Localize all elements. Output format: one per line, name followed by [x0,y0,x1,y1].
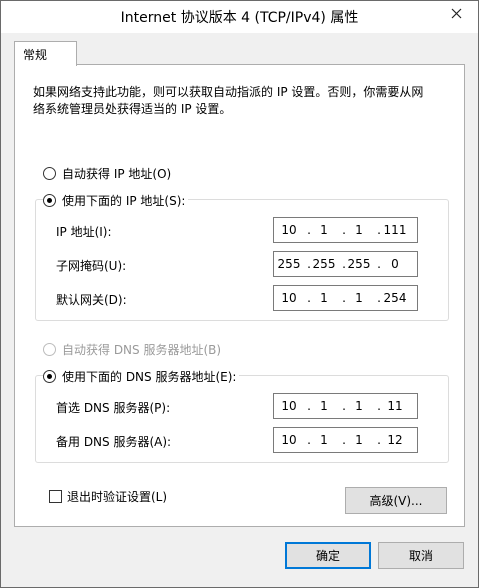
title-bar[interactable]: Internet 协议版本 4 (TCP/IPv4) 属性 [1,1,478,33]
close-icon [451,8,461,18]
alternate-dns-input[interactable]: 10 . 1 . 1 . 12 [273,427,418,453]
preferred-dns-input[interactable]: 10 . 1 . 1 . 11 [273,393,418,419]
auto-ip-radio[interactable]: 自动获得 IP 地址(O) [43,165,171,182]
ip-group: IP 地址(I): 10 . 1 . 1 . 111 子网掩码(U): 255 … [35,199,449,321]
ok-button-label: 确定 [315,549,340,563]
pdns-octet-4: 11 [387,399,403,413]
pdns-octet-3: 1 [355,399,363,413]
alternate-dns-label: 备用 DNS 服务器(A): [56,435,172,449]
close-button[interactable] [441,2,471,24]
auto-ip-label: 自动获得 IP 地址(O) [62,167,172,181]
subnet-octet-2: 255 [312,257,336,271]
ip-octet-4: 111 [383,223,407,237]
validate-label: 退出时验证设置(L) [67,490,168,504]
ip-address-label: IP 地址(I): [56,225,112,239]
gateway-octet-3: 1 [355,291,363,305]
gateway-label: 默认网关(D): [56,293,127,307]
dialog-window: Internet 协议版本 4 (TCP/IPv4) 属性 常规 如果网络支持此… [0,0,479,588]
ip-octet-3: 1 [355,223,363,237]
gateway-input[interactable]: 10 . 1 . 1 . 254 [273,285,418,311]
adns-octet-3: 1 [355,433,363,447]
gateway-octet-4: 254 [383,291,407,305]
subnet-label: 子网掩码(U): [56,259,127,273]
alternate-dns-row: 备用 DNS 服务器(A): 10 . 1 . 1 . 12 [36,427,448,453]
ip-octet-1: 10 [281,223,297,237]
manual-dns-radio[interactable]: 使用下面的 DNS 服务器地址(E): [43,368,240,385]
ip-octet-2: 1 [320,223,328,237]
general-panel: 如果网络支持此功能，则可以获取自动指派的 IP 设置。否则，你需要从网络系统管理… [14,64,465,527]
validate-checkbox-row[interactable]: 退出时验证设置(L) [49,488,167,505]
adns-octet-4: 12 [387,433,403,447]
preferred-dns-label: 首选 DNS 服务器(P): [56,401,171,415]
preferred-dns-row: 首选 DNS 服务器(P): 10 . 1 . 1 . 11 [36,393,448,419]
ip-address-input[interactable]: 10 . 1 . 1 . 111 [273,217,418,243]
window-title: Internet 协议版本 4 (TCP/IPv4) 属性 [120,10,359,26]
adns-octet-1: 10 [281,433,297,447]
auto-dns-radio[interactable]: 自动获得 DNS 服务器地址(B) [43,341,221,358]
manual-dns-radio-button[interactable] [43,370,56,383]
subnet-octet-3: 255 [347,257,371,271]
manual-ip-radio[interactable]: 使用下面的 IP 地址(S): [43,192,189,209]
description-text: 如果网络支持此功能，则可以获取自动指派的 IP 设置。否则，你需要从网络系统管理… [33,85,424,116]
manual-dns-label: 使用下面的 DNS 服务器地址(E): [62,370,237,384]
tab-general[interactable]: 常规 [14,41,77,66]
pdns-octet-2: 1 [320,399,328,413]
tab-general-label: 常规 [23,48,48,62]
ip-address-row: IP 地址(I): 10 . 1 . 1 . 111 [36,217,448,243]
validate-checkbox[interactable] [49,490,62,503]
gateway-row: 默认网关(D): 10 . 1 . 1 . 254 [36,285,448,311]
dns-group: 首选 DNS 服务器(P): 10 . 1 . 1 . 11 备用 DNS 服务… [35,375,449,463]
gateway-octet-1: 10 [281,291,297,305]
auto-dns-label: 自动获得 DNS 服务器地址(B) [62,343,222,357]
cancel-button-label: 取消 [408,549,433,563]
subnet-octet-1: 255 [277,257,301,271]
gateway-octet-2: 1 [320,291,328,305]
cancel-button[interactable]: 取消 [378,542,464,569]
pdns-octet-1: 10 [281,399,297,413]
subnet-octet-4: 0 [391,257,399,271]
advanced-button[interactable]: 高级(V)... [345,487,447,514]
subnet-row: 子网掩码(U): 255 . 255 . 255 . 0 [36,251,448,277]
subnet-input[interactable]: 255 . 255 . 255 . 0 [273,251,418,277]
ok-button[interactable]: 确定 [285,542,371,569]
auto-ip-radio-button[interactable] [43,167,56,180]
auto-dns-radio-button[interactable] [43,343,56,356]
adns-octet-2: 1 [320,433,328,447]
manual-ip-label: 使用下面的 IP 地址(S): [62,194,186,208]
manual-ip-radio-button[interactable] [43,194,56,207]
advanced-button-label: 高级(V)... [369,494,423,508]
